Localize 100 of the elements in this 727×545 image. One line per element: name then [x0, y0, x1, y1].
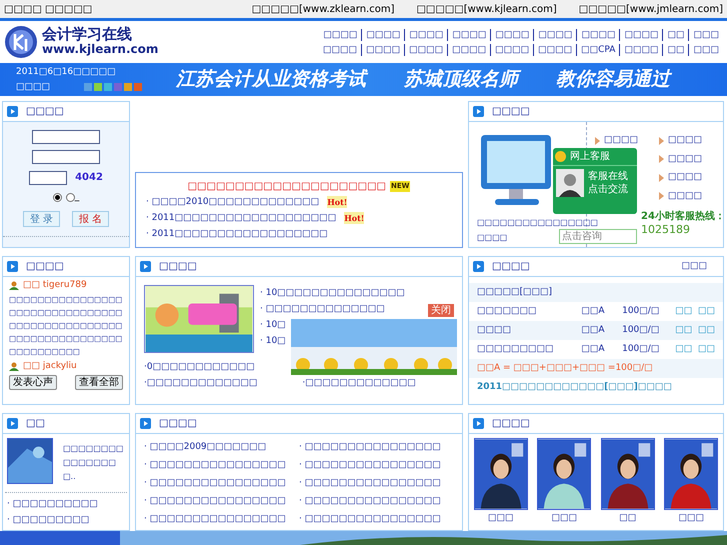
price-notice-link[interactable]: 2011□□□□□□□□□□□□[□□□]□□□□ — [477, 380, 672, 394]
nav-link[interactable]: □□□□ — [404, 44, 448, 56]
nav-link[interactable]: □□□□ — [619, 44, 662, 56]
nav-link[interactable]: □□□□ — [533, 28, 576, 40]
color-swatches-drawing — [84, 83, 142, 91]
news-link[interactable]: · □□□□2010□□□□□□□□□□□□□ — [146, 194, 320, 210]
nav-link[interactable]: □□□□ — [576, 28, 620, 40]
table-cell-text: □□□□ — [477, 324, 512, 337]
username-field[interactable] — [32, 130, 100, 144]
news-link[interactable]: · □□□□□□□□□□□□□□□□ — [299, 456, 454, 474]
top-bar-text: □□□□ □□□□□ — [4, 2, 92, 16]
close-button[interactable]: 关闭 — [428, 304, 454, 317]
service-caption: □□□□ — [477, 232, 508, 243]
news-link[interactable]: · □□□□2009□□□□□□□ — [144, 438, 299, 456]
site-link[interactable]: □□□□□[www.zklearn.com] — [252, 2, 394, 16]
service-link[interactable]: □□□□ — [659, 190, 723, 203]
panel-title: □□□□ — [159, 260, 197, 274]
news-link[interactable]: · 10□□□□□□□□□□□□□□□ — [260, 285, 405, 301]
news-link[interactable]: ·0□□□□□□□□□□□□ — [144, 359, 255, 375]
register-button[interactable]: 报 名 — [72, 210, 109, 226]
agent-avatar-icon — [556, 169, 584, 197]
triangle-icon — [659, 192, 664, 200]
view-all-button[interactable]: 查看全部 — [75, 375, 123, 390]
site-link[interactable]: □□□□□[www.kjlearn.com] — [416, 2, 557, 16]
news-link[interactable]: ·□□□□□□□□□□□□□ — [144, 375, 258, 391]
login-button[interactable]: 登 录 — [23, 210, 60, 226]
service-link[interactable]: □□□□ — [659, 134, 723, 148]
news-link[interactable]: · □□□□□□□□□□□□□□□□ — [144, 492, 299, 510]
nav-link[interactable]: □□□ — [688, 28, 723, 40]
panel-title: □□□□ — [26, 260, 64, 274]
table-cell-text: □□□□□□□ — [477, 304, 538, 318]
news-link[interactable]: · □□□□□□□□□□□□□□□□ — [299, 492, 454, 510]
nav-link[interactable]: □□□□ — [361, 28, 404, 40]
hot-badge: Hot! — [344, 212, 364, 224]
teacher-name: □□□ — [551, 512, 577, 525]
play-icon — [140, 261, 151, 272]
news-link[interactable]: · □□□□□□□□□□□□□□□□ — [144, 474, 299, 492]
nav-link[interactable]: □□ — [662, 44, 688, 56]
news-link[interactable]: · □□□□□□□□□□□□□□ — [260, 301, 385, 317]
price-formula: □□A = □□□+□□□+□□□ =100□/□ — [477, 362, 653, 375]
nav-link[interactable]: □□□□ — [319, 44, 362, 56]
hot-badge: Hot! — [327, 196, 348, 208]
triangle-icon — [659, 155, 664, 164]
teacher-name: □□□ — [488, 512, 514, 525]
nav-link[interactable]: □□CPA — [576, 44, 620, 56]
play-icon — [7, 418, 18, 429]
post-author: □□ tigeru789 — [23, 279, 87, 291]
table-cell-text: □□A — [581, 304, 606, 318]
nav-link[interactable]: □□□□ — [361, 44, 404, 56]
news-link[interactable]: ·□□□□□□□□□□□□□ — [302, 375, 416, 391]
service-link[interactable]: □□□□ — [659, 152, 723, 166]
triangle-icon — [659, 136, 664, 145]
password-field[interactable] — [32, 150, 100, 164]
notice-title: □□□□□□□□□□□□□□□□□□□□□ — [188, 180, 386, 194]
news-link[interactable]: · □□□□□□□□□□□□□□□□ — [299, 510, 454, 528]
nav-link[interactable]: □□ — [662, 28, 688, 40]
table-cell-text: 100□/□ — [622, 304, 660, 318]
teacher-name: □□□ — [678, 512, 704, 525]
news-link[interactable]: · 10□ — [260, 317, 286, 333]
news-link[interactable]: · 2011□□□□□□□□□□□□□□□□□□ — [146, 226, 328, 242]
news-link[interactable]: · □□□□□□□□□□□□□□□□ — [144, 456, 299, 474]
news-link[interactable]: · □□□□□□□□□□□□□□□□ — [299, 474, 454, 492]
widget-title: 网上客服 — [570, 150, 610, 164]
news-link[interactable]: · 2011□□□□□□□□□□□□□□□□□□□ — [146, 210, 336, 226]
panel-title: □□□□ — [492, 260, 530, 274]
nav-link[interactable]: □□□□ — [319, 28, 362, 40]
news-link[interactable]: · □□□□□□□□□ — [7, 512, 90, 528]
news-link[interactable]: · 10□ — [260, 333, 286, 349]
header-text: □□□ — [681, 260, 707, 273]
play-icon — [473, 418, 484, 429]
news-link[interactable]: · □□□□□□□□□□ — [7, 496, 98, 512]
nav-link[interactable]: □□□□ — [447, 28, 490, 40]
role-radio[interactable]: _ — [66, 191, 80, 204]
captcha-field[interactable] — [29, 170, 68, 184]
nav-link[interactable]: □□□□ — [490, 44, 534, 56]
site-link[interactable]: □□□□□[www.jmlearn.com] — [578, 2, 723, 16]
post-button[interactable]: 发表心声 — [9, 375, 57, 390]
table-cell-text: □□A — [581, 342, 606, 356]
role-radio[interactable] — [52, 193, 62, 202]
chat-field[interactable]: 点击咨询 — [559, 229, 637, 244]
service-link[interactable]: □□□□ — [595, 134, 659, 148]
widget-text: 点击交流 — [588, 183, 628, 196]
play-icon — [140, 418, 151, 429]
nav-link[interactable]: □□□□ — [404, 28, 448, 40]
nav-link[interactable]: □□□□ — [447, 44, 490, 56]
play-icon — [7, 261, 18, 272]
nav-link[interactable]: □□□□ — [490, 28, 534, 40]
triangle-icon — [659, 174, 664, 182]
nav-link[interactable]: □□□□ — [533, 44, 576, 56]
date-text: 2011□6□16□□□□□ — [16, 66, 117, 78]
user-icon — [9, 280, 19, 290]
news-link[interactable]: · □□□□□□□□□□□□□□□□ — [144, 510, 299, 528]
nav-link[interactable]: □□□□ — [619, 28, 662, 40]
logo-url: www.kjlearn.com — [42, 42, 158, 57]
news-link[interactable]: · □□□□□□□□□□□□□□□□ — [299, 438, 454, 456]
nav-link[interactable]: □□□ — [688, 44, 723, 56]
panel-title: □□□□ — [26, 105, 64, 119]
guide-text: □□□□□□□□□□□□□□□□.. — [62, 443, 124, 483]
service-link[interactable]: □□□□ — [659, 171, 723, 184]
play-icon — [473, 261, 484, 272]
